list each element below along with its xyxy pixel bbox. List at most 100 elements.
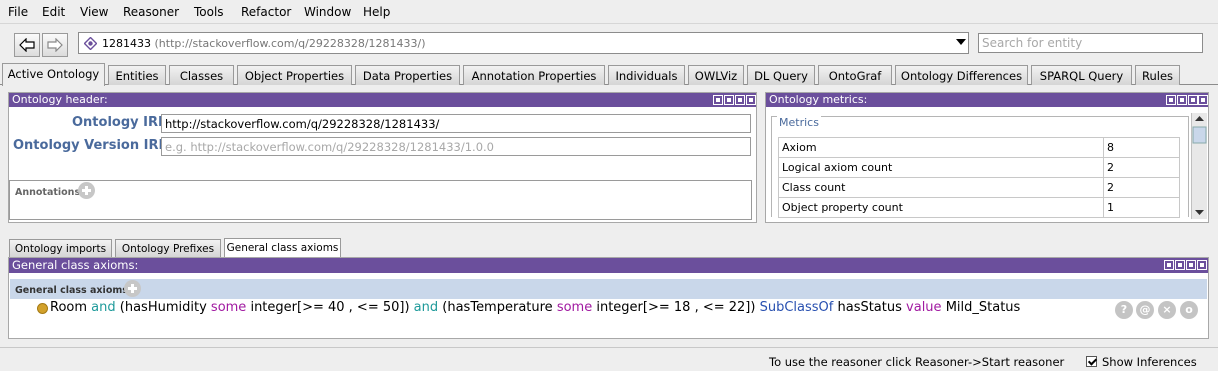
panel-close-button[interactable]: [746, 95, 756, 105]
explain-axiom-button[interactable]: ?: [1115, 301, 1133, 319]
add-axiom-icon[interactable]: [124, 280, 141, 297]
tab-object-properties[interactable]: Object Properties: [237, 65, 352, 85]
active-entity-selector[interactable]: 1281433 (http://stackoverflow.com/q/2922…: [78, 32, 969, 54]
menu-view[interactable]: View: [80, 5, 108, 19]
show-inferences-checkbox[interactable]: [1086, 356, 1097, 367]
keyword-and: and: [413, 300, 439, 315]
panel-restore-button[interactable]: [713, 95, 723, 105]
back-arrow-icon: [19, 38, 35, 52]
back-button[interactable]: [14, 33, 40, 57]
tab-entities[interactable]: Entities: [108, 65, 166, 85]
gca-close-button[interactable]: [1197, 260, 1207, 270]
keyword-some: some: [210, 300, 247, 315]
tab-individuals[interactable]: Individuals: [608, 65, 685, 85]
tab-active-ontology[interactable]: Active Ontology: [2, 63, 105, 86]
menu-refactor[interactable]: Refactor: [241, 5, 291, 19]
entity-label: 1281433 (http://stackoverflow.com/q/2922…: [102, 37, 426, 50]
menu-window[interactable]: Window: [304, 5, 351, 19]
gca-section-header: General class axioms: [10, 279, 1207, 299]
gca-maximize-button[interactable]: [1186, 260, 1196, 270]
metrics-restore-button[interactable]: [1166, 95, 1176, 105]
table-row: Class count 2: [778, 177, 1180, 198]
table-row: Logical axiom count 2: [778, 157, 1180, 178]
tab-ontology-differences[interactable]: Ontology Differences: [895, 65, 1028, 85]
tab-sparql-query[interactable]: SPARQL Query: [1031, 65, 1132, 85]
gca-title-text: General class axioms:: [12, 258, 139, 272]
tab-data-properties[interactable]: Data Properties: [355, 65, 460, 85]
table-row: Object property count 1: [778, 197, 1180, 218]
menu-help[interactable]: Help: [363, 5, 390, 19]
table-row: Axiom 8: [778, 137, 1180, 158]
scroll-down-icon[interactable]: [1195, 210, 1204, 215]
axiom-row[interactable]: Room and (hasHumidity some integer[>= 40…: [10, 299, 1207, 319]
edit-axiom-button[interactable]: o: [1180, 301, 1198, 319]
ontology-version-iri-label: Ontology Version IRI: [13, 138, 164, 153]
panel-split-button[interactable]: [724, 95, 734, 105]
panel-maximize-button[interactable]: [735, 95, 745, 105]
ontology-metrics-title: Ontology metrics:: [766, 93, 1208, 107]
menu-reasoner[interactable]: Reasoner: [123, 5, 179, 19]
tab-dl-query[interactable]: DL Query: [747, 65, 815, 85]
temperature-range: integer[>= 18 , <= 22]): [596, 300, 756, 315]
metrics-table: Axiom 8 Logical axiom count 2 Class count 2…: [778, 137, 1180, 218]
tab-rules[interactable]: Rules: [1135, 65, 1180, 85]
toolbar: 1281433 (http://stackoverflow.com/q/2922…: [0, 24, 1218, 64]
metric-value: 1: [1103, 197, 1180, 218]
menu-edit[interactable]: Edit: [42, 5, 65, 19]
metric-value: 2: [1103, 157, 1180, 178]
ontology-version-iri-field[interactable]: e.g. http://stackoverflow.com/q/29228328…: [161, 137, 751, 156]
ontology-icon: [84, 37, 97, 50]
tab-general-class-axioms[interactable]: General class axioms: [224, 238, 341, 258]
show-inferences-label[interactable]: Show Inferences: [1102, 355, 1197, 369]
ontology-header-title: Ontology header:: [9, 93, 756, 107]
class-axiom-icon: [37, 303, 48, 314]
class-room: Room: [50, 300, 88, 315]
property-has-status: hasStatus: [837, 300, 902, 315]
ontology-metrics-title-text: Ontology metrics:: [769, 93, 868, 106]
menu-tools[interactable]: Tools: [194, 5, 224, 19]
entity-name: 1281433: [102, 37, 151, 50]
gca-split-button[interactable]: [1175, 260, 1185, 270]
tab-ontograf[interactable]: OntoGraf: [818, 65, 892, 85]
metrics-group-label: Metrics: [777, 116, 821, 129]
tab-ontology-imports[interactable]: Ontology imports: [9, 239, 112, 257]
tab-owlviz[interactable]: OWLViz: [688, 65, 744, 85]
delete-axiom-button[interactable]: ×: [1158, 301, 1176, 319]
menu-file[interactable]: File: [8, 5, 28, 19]
main-tabs: Active Ontology Entities Classes Object …: [0, 63, 1218, 86]
forward-arrow-icon: [47, 38, 63, 52]
humidity-range: integer[>= 40 , <= 50]): [250, 300, 410, 315]
scroll-up-icon[interactable]: [1195, 116, 1204, 121]
property-has-temperature: (hasTemperature: [442, 300, 553, 315]
scroll-thumb[interactable]: [1192, 126, 1207, 144]
keyword-value: value: [906, 300, 942, 315]
forward-button[interactable]: [42, 33, 68, 57]
annotations-box: Annotations: [9, 180, 752, 220]
chevron-down-icon[interactable]: [956, 38, 966, 46]
metric-name: Axiom: [778, 137, 1104, 158]
keyword-some: some: [556, 300, 593, 315]
axiom-expression: Room and (hasHumidity some integer[>= 40…: [50, 300, 1020, 315]
metric-name: Class count: [778, 177, 1104, 198]
annotate-axiom-button[interactable]: @: [1136, 301, 1154, 319]
status-bar: To use the reasoner click Reasoner->Star…: [0, 347, 1218, 371]
metrics-close-button[interactable]: [1198, 95, 1208, 105]
individual-mild-status: Mild_Status: [945, 300, 1021, 315]
menu-bar: File Edit View Reasoner Tools Refactor W…: [0, 0, 1218, 24]
gca-restore-button[interactable]: [1164, 260, 1174, 270]
metrics-split-button[interactable]: [1177, 95, 1187, 105]
search-entity-field[interactable]: [978, 33, 1203, 53]
gca-title: General class axioms:: [9, 258, 1208, 273]
search-input[interactable]: [979, 34, 1202, 52]
ontology-iri-field[interactable]: http://stackoverflow.com/q/29228328/1281…: [161, 114, 751, 133]
metrics-maximize-button[interactable]: [1188, 95, 1198, 105]
metrics-scrollbar[interactable]: [1191, 113, 1207, 219]
ontology-iri-label: Ontology IRI: [72, 115, 163, 130]
tab-ontology-prefixes[interactable]: Ontology Prefixes: [115, 239, 221, 257]
gca-section-label: General class axioms: [15, 285, 128, 296]
metric-value: 2: [1103, 177, 1180, 198]
add-annotation-icon[interactable]: [78, 182, 95, 199]
tab-annotation-properties[interactable]: Annotation Properties: [463, 65, 605, 85]
annotations-label: Annotations: [15, 187, 81, 198]
tab-classes[interactable]: Classes: [169, 65, 234, 85]
